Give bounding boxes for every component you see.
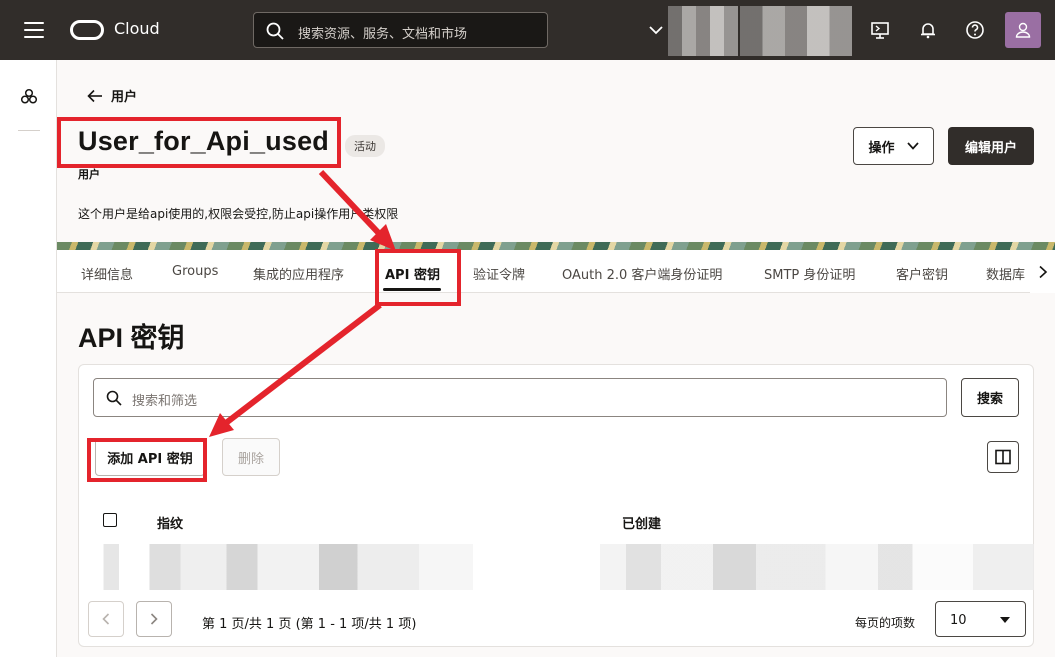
tab-groups[interactable]: Groups (172, 264, 218, 279)
back-link-label: 用户 (111, 90, 138, 105)
help-icon[interactable] (965, 20, 985, 40)
search-icon (106, 390, 122, 406)
redacted-region-selector (668, 6, 738, 56)
arrow-left-icon (87, 89, 102, 102)
search-button[interactable]: 搜索 (961, 378, 1019, 417)
redacted-fingerprint-cell (88, 544, 473, 590)
chevron-down-icon[interactable] (648, 22, 664, 38)
per-page-value: 10 (950, 613, 967, 628)
cloud-shell-icon[interactable] (870, 20, 890, 40)
per-page-select[interactable]: 10 (935, 601, 1026, 637)
tab-customer-secret-keys[interactable]: 客户密钥 (896, 264, 948, 283)
user-icon (1015, 22, 1031, 38)
annotation-box-api-key-tab (375, 249, 461, 306)
logo-text[interactable]: Cloud (114, 19, 160, 38)
delete-button[interactable]: 删除 (222, 438, 280, 476)
search-icon (266, 22, 284, 40)
menu-icon[interactable] (24, 22, 44, 38)
search-filter-input[interactable]: 搜索和筛选 (93, 378, 947, 417)
tab-scroll-right-button[interactable] (1030, 250, 1055, 293)
chevron-right-icon (150, 613, 158, 625)
redacted-tenancy-selector (740, 6, 852, 56)
annotation-box-add-button (87, 438, 207, 482)
chevron-left-icon (102, 613, 110, 625)
tab-integrated-apps[interactable]: 集成的应用程序 (253, 264, 344, 283)
top-navigation-bar: Cloud 搜索资源、服务、文档和市场 (0, 0, 1055, 60)
pagination-info: 第 1 页/共 1 页 (第 1 - 1 项/共 1 项) (202, 617, 417, 632)
left-rail (0, 60, 57, 657)
modules-icon[interactable] (19, 87, 39, 107)
column-header-fingerprint[interactable]: 指纹 (157, 513, 183, 532)
back-link[interactable]: 用户 (87, 86, 137, 105)
columns-icon (995, 449, 1011, 465)
per-page-label: 每页的项数 (855, 616, 916, 630)
user-description: 这个用户是给api使用的,权限会受控,防止api操作用户类权限 (78, 207, 399, 221)
bell-icon[interactable] (918, 20, 938, 40)
global-search-placeholder: 搜索资源、服务、文档和市场 (298, 27, 468, 42)
page-subtitle: 用户 (78, 168, 100, 181)
column-header-created[interactable]: 已创建 (622, 513, 661, 532)
decorative-banner (57, 242, 1055, 250)
caret-down-icon (1000, 617, 1010, 623)
search-filter-placeholder: 搜索和筛选 (132, 394, 198, 409)
actions-menu-label: 操作 (868, 140, 895, 156)
status-badge: 活动 (345, 135, 385, 157)
chevron-right-icon (1038, 265, 1047, 278)
avatar[interactable] (1005, 12, 1041, 48)
tab-smtp-credentials[interactable]: SMTP 身份证明 (764, 264, 855, 283)
previous-page-button[interactable] (88, 601, 124, 637)
column-settings-button[interactable] (987, 441, 1019, 473)
tab-oauth-credentials[interactable]: OAuth 2.0 客户端身份证明 (562, 264, 722, 283)
annotation-box-title (57, 117, 341, 168)
actions-menu-button[interactable]: 操作 (853, 127, 934, 165)
redacted-created-cell (600, 544, 1034, 590)
tab-auth-tokens[interactable]: 验证令牌 (473, 264, 525, 283)
global-search-input[interactable]: 搜索资源、服务、文档和市场 (253, 12, 548, 48)
chevron-down-icon (906, 142, 919, 150)
section-title: API 密钥 (78, 323, 185, 353)
tab-bar: 详细信息 Groups 集成的应用程序 API 密钥 验证令牌 OAuth 2.… (57, 250, 1055, 293)
tab-details[interactable]: 详细信息 (81, 264, 133, 283)
tab-database[interactable]: 数据库 (986, 264, 1025, 283)
select-all-checkbox[interactable] (103, 513, 117, 527)
edit-user-button[interactable]: 编辑用户 (948, 127, 1034, 165)
next-page-button[interactable] (136, 601, 172, 637)
oracle-logo-icon[interactable] (70, 20, 104, 40)
rail-divider (18, 130, 40, 131)
